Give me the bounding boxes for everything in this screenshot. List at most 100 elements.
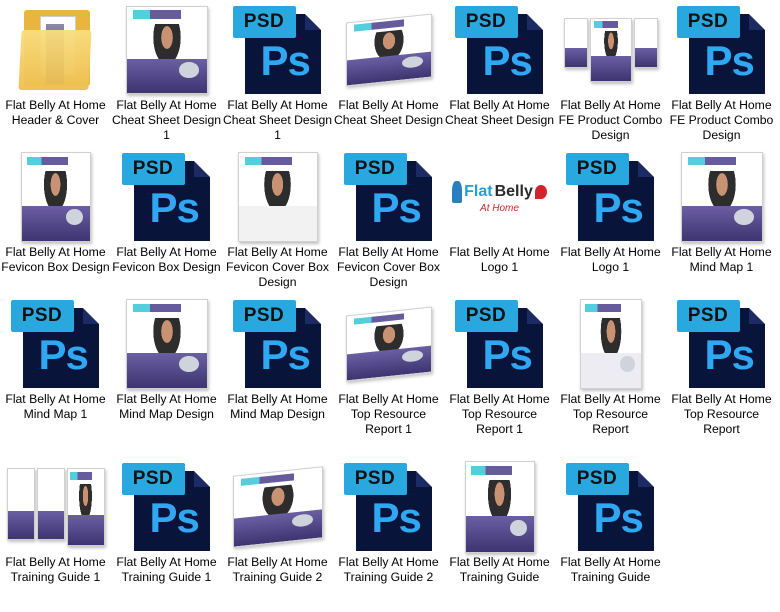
psd-tag-label: PSD [343,463,407,495]
file-item-image[interactable]: Flat Belly At Home Cheat Sheet Design [333,0,444,147]
file-label: Flat Belly At Home Header & Cover [5,98,106,127]
file-label: Flat Belly At Home Training Guide 1 [5,555,106,584]
psd-tag-label: PSD [121,153,185,185]
file-label: Flat Belly At Home Mind Map Design [116,392,217,421]
file-label: Flat Belly At Home FE Product Combo Desi… [669,98,774,142]
file-label: Flat Belly At Home Cheat Sheet Design 1 [222,98,333,142]
file-item-psd[interactable]: PSD Ps Flat Belly At Home Fevicon Box Des… [111,147,222,294]
file-item-image[interactable]: Flat Belly At Home Fevicon Box Design [0,147,111,294]
product-cover-thumbnail [333,4,444,96]
file-item-image[interactable]: Flat Belly At Home Training Guide 2 [222,457,333,604]
logo-text-flat: Flat [464,182,493,200]
file-label: Flat Belly At Home Cheat Sheet Design [444,98,555,127]
product-cover-thumbnail [0,151,111,243]
file-item-psd[interactable]: PSD Ps Flat Belly At Home Training Guide … [333,457,444,604]
folder-icon [0,4,111,96]
psd-file-icon: PSD Ps [222,298,333,390]
file-item-folder[interactable]: Flat Belly At Home Header & Cover [0,0,111,147]
file-grid: Flat Belly At Home Header & Cover Flat B… [0,0,780,612]
file-item-psd[interactable]: PSD Ps Flat Belly At Home Cheat Sheet Des… [222,0,333,147]
file-item-psd[interactable]: PSD Ps Flat Belly At Home FE Product Comb… [666,0,777,147]
file-item-psd[interactable]: PSD Ps Flat Belly At Home Mind Map Design [222,294,333,441]
file-label: Flat Belly At Home Mind Map 1 [5,392,106,421]
file-item-image[interactable]: Flat Belly At Home Training Guide [444,457,555,604]
file-label: Flat Belly At Home Training Guide [560,555,661,584]
file-label: Flat Belly At Home Top Resource Report [671,392,772,436]
psd-file-icon: PSD Ps [333,461,444,553]
file-label: Flat Belly At Home Top Resource Report 1 [449,392,550,436]
psd-tag-label: PSD [676,6,740,38]
psd-file-icon: PSD Ps [555,461,666,553]
file-item-image[interactable]: Flat Belly At Home Mind Map Design [111,294,222,441]
product-cover-thumbnail [444,461,555,553]
file-label: Flat Belly At Home Fevicon Box Design [112,245,221,274]
ps-glyph-label: Ps [482,331,533,378]
file-item-image[interactable]: Flat Belly At Home Fevicon Cover Box Des… [222,147,333,294]
file-label: Flat Belly At Home Fevicon Cover Box Des… [337,245,440,289]
psd-file-icon: PSD Ps [444,298,555,390]
file-item-psd[interactable]: PSD Ps Flat Belly At Home Cheat Sheet Des… [444,0,555,147]
psd-file-icon: PSD Ps [555,151,666,243]
file-item-psd[interactable]: PSD Ps Flat Belly At Home Top Resource Re… [666,294,777,441]
ps-glyph-label: Ps [149,494,200,541]
psd-tag-label: PSD [565,463,629,495]
file-label: Flat Belly At Home Training Guide 1 [116,555,217,584]
file-label: Flat Belly At Home Cheat Sheet Design 1 [111,98,222,142]
psd-file-icon: PSD Ps [666,4,777,96]
psd-file-icon: PSD Ps [111,461,222,553]
psd-tag-label: PSD [232,6,296,38]
ps-glyph-label: Ps [704,331,755,378]
product-boxes-thumbnail [0,461,111,553]
file-item-image[interactable]: Flat Belly At Home Top Resource Report 1 [333,294,444,441]
product-cover-thumbnail [222,461,333,553]
psd-file-icon: PSD Ps [0,298,111,390]
file-label: Flat Belly At Home Training Guide 2 [227,555,328,584]
logo-thumbnail: Flat Belly At Home [444,151,555,243]
ps-glyph-label: Ps [371,184,422,231]
product-cover-thumbnail [333,298,444,390]
file-label: Flat Belly At Home FE Product Combo Desi… [558,98,663,142]
file-label: Flat Belly At Home Fevicon Cover Box Des… [226,245,329,289]
file-item-image[interactable]: Flat Belly At Home FE Product Combo Desi… [555,0,666,147]
file-label: Flat Belly At Home Logo 1 [560,245,661,274]
file-label: Flat Belly At Home Logo 1 [449,245,550,274]
psd-file-icon: PSD Ps [111,151,222,243]
file-label: Flat Belly At Home Mind Map 1 [671,245,772,274]
product-cover-thumbnail [111,298,222,390]
product-cover-thumbnail [555,298,666,390]
file-label: Flat Belly At Home Fevicon Box Design [1,245,110,274]
product-combo-thumbnail [555,4,666,96]
file-item-image[interactable]: Flat Belly At Home Top Resource Report [555,294,666,441]
ps-glyph-label: Ps [371,494,422,541]
psd-file-icon: PSD Ps [666,298,777,390]
logo-figure-icon [452,180,463,203]
file-label: Flat Belly At Home Top Resource Report [560,392,661,436]
file-item-psd[interactable]: PSD Ps Flat Belly At Home Logo 1 [555,147,666,294]
psd-file-icon: PSD Ps [444,4,555,96]
file-label: Flat Belly At Home Cheat Sheet Design [333,98,444,127]
file-item-image[interactable]: Flat Belly At Home Cheat Sheet Design 1 [111,0,222,147]
logo-leaf-icon [534,184,547,199]
psd-file-icon: PSD Ps [333,151,444,243]
file-item-image[interactable]: Flat Belly At Home Training Guide 1 [0,457,111,604]
file-item-psd[interactable]: PSD Ps Flat Belly At Home Mind Map 1 [0,294,111,441]
psd-tag-label: PSD [343,153,407,185]
file-item-image[interactable]: Flat Belly At Home Mind Map 1 [666,147,777,294]
ps-glyph-label: Ps [482,37,533,84]
ps-glyph-label: Ps [593,494,644,541]
psd-tag-label: PSD [565,153,629,185]
ps-glyph-label: Ps [593,184,644,231]
file-item-psd[interactable]: PSD Ps Flat Belly At Home Top Resource Re… [444,294,555,441]
ps-glyph-label: Ps [704,37,755,84]
file-item-image[interactable]: Flat Belly At Home Flat Belly At Home Lo… [444,147,555,294]
file-label: Flat Belly At Home Top Resource Report 1 [338,392,439,436]
file-item-psd[interactable]: PSD Ps Flat Belly At Home Training Guide [555,457,666,604]
product-cover-thumbnail [222,151,333,243]
psd-file-icon: PSD Ps [222,4,333,96]
ps-glyph-label: Ps [260,331,311,378]
psd-tag-label: PSD [454,6,518,38]
product-cover-thumbnail [111,4,222,96]
file-item-psd[interactable]: PSD Ps Flat Belly At Home Training Guide … [111,457,222,604]
psd-tag-label: PSD [10,300,74,332]
file-item-psd[interactable]: PSD Ps Flat Belly At Home Fevicon Cover B… [333,147,444,294]
